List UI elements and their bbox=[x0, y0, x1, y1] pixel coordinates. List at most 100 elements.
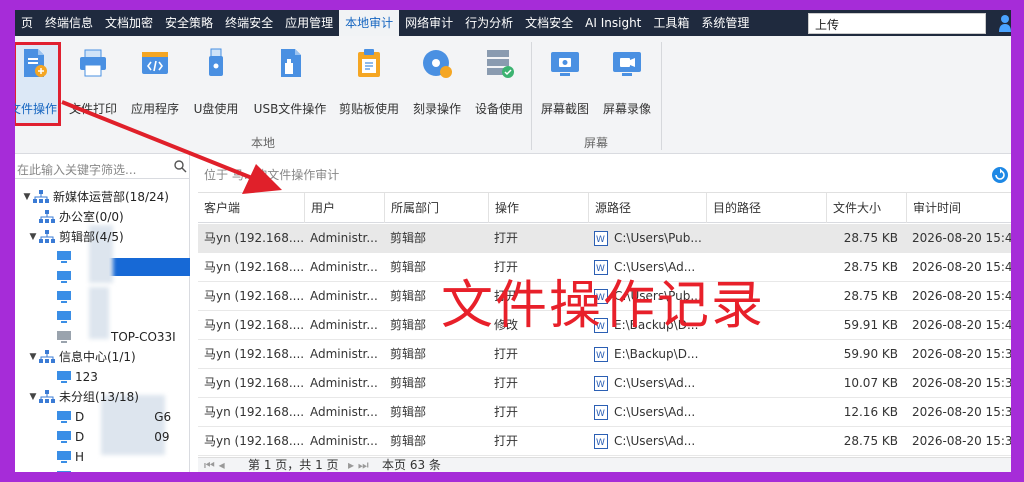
ribbon-usb-drive[interactable]: U盘使用 bbox=[191, 36, 241, 126]
cell-client-text: 马yn (192.168.... bbox=[204, 318, 304, 332]
column-header-operation[interactable]: 操作 bbox=[488, 193, 588, 223]
chevron-down-icon[interactable]: ▼ bbox=[21, 187, 33, 207]
svg-text:W: W bbox=[596, 235, 605, 245]
computer-icon bbox=[57, 470, 71, 472]
table-row[interactable]: 马yn (192.168.... Administr... 剪辑部 打开 W C:\Use… bbox=[198, 224, 1011, 253]
column-header-file-size[interactable]: 文件大小 bbox=[826, 193, 906, 223]
ribbon-usb-file[interactable]: USB文件操作 bbox=[249, 36, 331, 126]
ribbon-screen-record[interactable]: 屏幕录像 bbox=[599, 36, 655, 126]
search-input[interactable]: 上传 bbox=[808, 13, 986, 34]
column-header-audit-time[interactable]: 审计时间 bbox=[906, 193, 1011, 223]
ribbon-file-print[interactable]: 文件打印 bbox=[67, 36, 119, 126]
tree-node-pc[interactable]: D G6 bbox=[57, 407, 171, 427]
cell-file-size: 12.16 KB bbox=[826, 398, 906, 427]
ribbon-disc-burn[interactable]: 刻录操作 bbox=[409, 36, 465, 126]
tree-node-office[interactable]: 办公室(0/0) bbox=[39, 207, 124, 227]
cell-user-text: Administr... bbox=[310, 260, 378, 274]
refresh-icon[interactable] bbox=[991, 166, 1009, 184]
menu-item-ai-insight[interactable]: AI Insight bbox=[579, 10, 647, 36]
cell-department-text: 剪辑部 bbox=[390, 405, 427, 419]
chevron-down-icon[interactable]: ▼ bbox=[27, 347, 39, 367]
computer-icon bbox=[57, 430, 71, 443]
menu-item-toolbox[interactable]: 工具箱 bbox=[647, 10, 695, 36]
menu-item-doc-security[interactable]: 文档安全 bbox=[519, 10, 579, 36]
ribbon-screenshot[interactable]: 屏幕截图 bbox=[537, 36, 593, 126]
tree-node-label: H bbox=[75, 450, 85, 464]
table-row[interactable]: 马yn (192.168.... Administr... 剪辑部 打开 W C:\Use… bbox=[198, 398, 1011, 427]
grid-header: 客户端 用户 所属部门 操作 源路径 目的路径 文件大小 审计时间 bbox=[198, 193, 1011, 223]
cell-department-text: 剪辑部 bbox=[390, 318, 427, 332]
cell-client-text: 马yn (192.168.... bbox=[204, 347, 304, 361]
user-icon[interactable] bbox=[999, 14, 1011, 32]
cell-source-path: W C:\Users\Ad... bbox=[588, 398, 706, 427]
disc-burn-icon bbox=[423, 50, 452, 78]
column-header-source-path[interactable]: 源路径 bbox=[588, 193, 706, 223]
tree-node-ungrouped[interactable]: ▼ 未分组(13/18) bbox=[23, 387, 139, 407]
ribbon-separator bbox=[661, 42, 662, 150]
tree-node-pc[interactable] bbox=[57, 287, 71, 307]
tree-node-info-center[interactable]: ▼ 信息中心(1/1) bbox=[23, 347, 136, 367]
ribbon-file-operation[interactable]: 文件操作 bbox=[15, 36, 59, 126]
ribbon-application[interactable]: 应用程序 bbox=[127, 36, 183, 126]
tree-node-pc[interactable]: D 09 bbox=[57, 427, 170, 447]
tree-node-label: 办公室(0/0) bbox=[59, 210, 124, 224]
menu-item-behavior-analysis[interactable]: 行为分析 bbox=[459, 10, 519, 36]
menu-item-app-management[interactable]: 应用管理 bbox=[279, 10, 339, 36]
cell-department-text: 剪辑部 bbox=[390, 231, 427, 245]
tree-node-pc[interactable]: K bbox=[57, 467, 83, 472]
column-header-dest-path[interactable]: 目的路径 bbox=[706, 193, 826, 223]
tree-node-pc[interactable]: 123 bbox=[57, 367, 98, 387]
tree-node-pc[interactable] bbox=[57, 307, 71, 327]
cell-audit-time: 2026-08-20 15:47 bbox=[906, 224, 1011, 253]
computer-icon bbox=[57, 290, 71, 303]
cell-department-text: 剪辑部 bbox=[390, 376, 427, 390]
menu-item-terminal-security[interactable]: 终端安全 bbox=[219, 10, 279, 36]
cell-source-path: W C:\Users\Ad... bbox=[588, 369, 706, 398]
table-row[interactable]: 马yn (192.168.... Administr... 剪辑部 打开 W C:\Use… bbox=[198, 369, 1011, 398]
first-page-icon[interactable]: ⏮ ◂ bbox=[204, 458, 225, 472]
cell-audit-time-text: 2026-08-20 15:47 bbox=[912, 231, 1011, 245]
cell-client-text: 马yn (192.168.... bbox=[204, 289, 304, 303]
cell-audit-time: 2026-08-20 15:40 bbox=[906, 311, 1011, 340]
cell-user-text: Administr... bbox=[310, 231, 378, 245]
cell-user-text: Administr... bbox=[310, 318, 378, 332]
column-header-user[interactable]: 用户 bbox=[304, 193, 384, 223]
cell-audit-time: 2026-08-20 15:37 bbox=[906, 369, 1011, 398]
cell-dest-path bbox=[706, 369, 826, 398]
column-header-department[interactable]: 所属部门 bbox=[384, 193, 488, 223]
tree-node-pc-selected[interactable] bbox=[57, 267, 71, 287]
cell-source-path: W C:\Users\Ad... bbox=[588, 427, 706, 456]
table-row[interactable]: 马yn (192.168.... Administr... 剪辑部 打开 W E:\Bac… bbox=[198, 340, 1011, 369]
tree-node-pc[interactable] bbox=[57, 247, 71, 267]
search-icon[interactable] bbox=[173, 159, 187, 173]
tree-node-pc[interactable]: H bbox=[57, 447, 84, 467]
ribbon-device[interactable]: 设备使用 bbox=[471, 36, 527, 126]
cell-operation-text: 打开 bbox=[494, 231, 519, 245]
cell-audit-time-text: 2026-08-20 15:41 bbox=[912, 289, 1011, 303]
next-page-icon[interactable]: ▸ ⏭ bbox=[348, 458, 369, 472]
menu-item-local-audit[interactable]: 本地审计 bbox=[339, 10, 400, 36]
menu-item-doc-encryption[interactable]: 文档加密 bbox=[99, 10, 159, 36]
menu-item-terminal-info[interactable]: 终端信息 bbox=[39, 10, 99, 36]
cell-file-size: 59.90 KB bbox=[826, 340, 906, 369]
menu-item-home[interactable]: 页 bbox=[15, 10, 39, 36]
menu-item-network-audit[interactable]: 网络审计 bbox=[399, 10, 459, 36]
cell-file-size-text: 10.07 KB bbox=[843, 376, 898, 390]
chevron-down-icon[interactable]: ▼ bbox=[27, 227, 39, 247]
table-row[interactable]: 马yn (192.168.... Administr... 剪辑部 打开 W C:\Use… bbox=[198, 427, 1011, 456]
cell-client: 马yn (192.168.... bbox=[198, 311, 304, 340]
tree-node-label: D bbox=[75, 410, 85, 424]
tree-node-editing[interactable]: ▼ 剪辑部(4/5) bbox=[23, 227, 124, 247]
cell-audit-time: 2026-08-20 15:33 bbox=[906, 427, 1011, 456]
menu-item-system-management[interactable]: 系统管理 bbox=[695, 10, 755, 36]
menu-item-security-policy[interactable]: 安全策略 bbox=[159, 10, 219, 36]
tree-filter-input[interactable]: 在此输入关键字筛选... bbox=[15, 157, 190, 179]
tree-node-new-media[interactable]: ▼ 新媒体运营部(18/24) bbox=[17, 187, 169, 207]
column-header-client[interactable]: 客户端 bbox=[198, 193, 304, 223]
cell-file-size-text: 12.16 KB bbox=[843, 405, 898, 419]
cell-department-text: 剪辑部 bbox=[390, 347, 427, 361]
ribbon-label-disc-burn: 刻录操作 bbox=[412, 102, 461, 116]
tree-node-pc-offline[interactable]: TOP-CO33I bbox=[57, 327, 176, 347]
ribbon-clipboard[interactable]: 剪贴板使用 bbox=[335, 36, 403, 126]
chevron-down-icon[interactable]: ▼ bbox=[27, 387, 39, 407]
